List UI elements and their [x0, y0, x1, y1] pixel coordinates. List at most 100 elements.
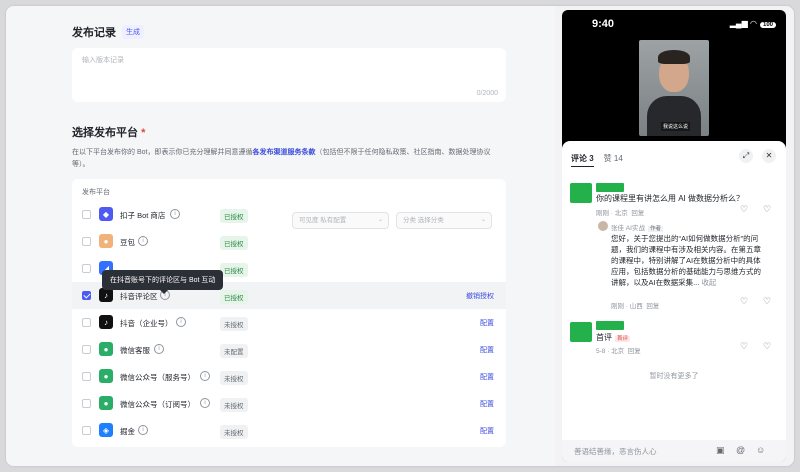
notes-title: 发布记录	[72, 27, 116, 39]
platform-checkbox[interactable]	[82, 426, 91, 435]
info-icon[interactable]: i	[200, 398, 210, 408]
table-header: 发布平台	[82, 189, 110, 196]
tab-likes[interactable]: 赞 14	[604, 154, 623, 163]
reply-link[interactable]: 回复	[631, 210, 644, 217]
configure-button[interactable]: 配置	[480, 345, 494, 355]
platform-name: 抖音评论区	[120, 292, 158, 301]
douyin-icon: ♪	[99, 315, 113, 329]
platform-checkbox[interactable]	[82, 399, 91, 408]
info-icon[interactable]: i	[200, 371, 210, 381]
wifi-icon: ◠	[750, 19, 757, 28]
terms-link[interactable]: 各发布渠道服务条款	[252, 149, 315, 156]
avatar[interactable]	[570, 183, 592, 203]
author-badge: 作者	[647, 226, 663, 232]
platform-name: 抖音（企业号）	[120, 319, 173, 328]
notes-counter: 0/2000	[476, 90, 498, 97]
collapse-link[interactable]: 收起	[701, 278, 716, 287]
publish-panel: 发布记录 生成 输入版本记录 0/2000 选择发布平台 * 在以下平台发布你的…	[6, 6, 555, 466]
douyin-icon: ♪	[99, 288, 113, 302]
reply-meta: 刚刚 · 山西 回复	[611, 300, 659, 310]
comment-meta: 刚刚 · 北京 回复	[596, 207, 644, 217]
wechat-icon: ●	[99, 342, 113, 356]
reply-link[interactable]: 回复	[628, 348, 641, 355]
coze-store-icon: ◆	[99, 207, 113, 221]
like-icon[interactable]: ♡	[740, 341, 748, 352]
info-icon[interactable]: i	[138, 236, 148, 246]
status-badge: 未配置	[220, 344, 248, 358]
info-icon[interactable]: i	[138, 425, 148, 435]
reply-body: 您好，关于您提出的“AI如何做数据分析”的问题，我们的课程中有涉及相关内容。在第…	[611, 234, 761, 287]
comment-time: 刚刚 · 北京	[596, 210, 628, 217]
platform-checkbox[interactable]	[82, 237, 91, 246]
platform-checkbox[interactable]	[82, 264, 91, 273]
comment-time: 5-8 · 北京	[596, 348, 625, 355]
dislike-icon[interactable]: ♡	[763, 204, 771, 215]
status-time: 9:40	[592, 18, 615, 30]
comment-sheet: 评论 3 赞 14 ⤢ ✕ 你的课程里有讲怎么用 AI 做数据分析么？ 刚刚 · …	[562, 141, 786, 462]
status-badge: 未授权	[220, 317, 248, 331]
comment-meta: 5-8 · 北京 回复	[596, 345, 641, 355]
status-badge: 已授权	[220, 236, 248, 250]
emoji-icon[interactable]: ☺	[756, 445, 765, 455]
configure-button[interactable]: 配置	[480, 372, 494, 382]
chevron-down-icon: ⌄	[377, 217, 383, 223]
version-notes-input[interactable]: 输入版本记录 0/2000	[72, 48, 506, 102]
platform-checkbox[interactable]	[82, 318, 91, 327]
configure-button[interactable]: 配置	[480, 426, 494, 436]
platform-row[interactable]: ● 微信公众号（服务号） i 未授权 配置	[72, 363, 506, 390]
platform-table: 发布平台 ◆ 扣子 Bot 商店 i 已授权 ● 豆包 i 已授权 ◢ 已授权 ♪ 抖音评论区 i 已授权…	[72, 179, 506, 447]
video-caption: 我说这么说	[661, 122, 691, 131]
video-frame[interactable]: 我说这么说	[639, 40, 709, 136]
reply-author-name: 张佳 AI实战	[611, 225, 645, 232]
platform-checkbox[interactable]	[82, 210, 91, 219]
platform-row[interactable]: ♪ 抖音（企业号） i 未授权 配置	[72, 309, 506, 336]
avatar[interactable]	[598, 221, 608, 231]
info-icon[interactable]: i	[176, 317, 186, 327]
configure-button[interactable]: 配置	[480, 399, 494, 409]
reply-link[interactable]: 回复	[646, 303, 659, 310]
info-icon[interactable]: i	[170, 209, 180, 219]
platform-row[interactable]: ● 微信公众号（订阅号） i 未授权 配置	[72, 390, 506, 417]
visibility-select-value: 可见度 私有配置	[299, 217, 347, 224]
image-icon[interactable]: ▣	[716, 445, 725, 456]
desc-prefix: 在以下平台发布你的 Bot，即表示你已充分理解并同意遵循	[72, 149, 253, 156]
notes-placeholder: 输入版本记录	[82, 57, 124, 64]
platform-row[interactable]: ● 豆包 i 已授权	[72, 228, 506, 255]
platform-row[interactable]: ● 微信客服 i 未配置 配置	[72, 336, 506, 363]
comment-input[interactable]: 善语结善缘，恶言伤人心 ▣ @ ☺	[562, 440, 786, 462]
comment-text: 首评 首评	[596, 332, 631, 345]
platform-title-text: 选择发布平台	[72, 127, 138, 139]
generate-button[interactable]: 生成	[122, 25, 144, 39]
at-icon[interactable]: @	[736, 445, 745, 455]
like-icon[interactable]: ♡	[740, 296, 748, 307]
platform-checkbox[interactable]	[82, 291, 91, 300]
platform-row[interactable]: ◈ 掘金 i 未授权 配置	[72, 417, 506, 444]
first-comment-badge: 首评	[615, 336, 631, 342]
dislike-icon[interactable]: ♡	[763, 341, 771, 352]
category-select[interactable]: 分类 选择分类 ⌄	[396, 212, 492, 229]
close-icon[interactable]: ✕	[762, 149, 776, 163]
tab-comments[interactable]: 评论 3	[571, 154, 594, 167]
commenter-name	[596, 321, 624, 330]
platform-name: 微信公众号（服务号）	[120, 373, 195, 382]
platform-checkbox[interactable]	[82, 345, 91, 354]
platform-name: 微信公众号（订阅号）	[120, 400, 195, 409]
reply-author: 张佳 AI实战 作者	[611, 222, 663, 232]
like-icon[interactable]: ♡	[740, 204, 748, 215]
status-badge: 已授权	[220, 290, 248, 304]
avatar[interactable]	[570, 322, 592, 342]
battery-icon: 100	[759, 22, 776, 28]
phone-preview: 9:40 ▂▄▆ ◠ 100 我说这么说 评论 3 赞 14 ⤢ ✕ 你的课程里有讲…	[562, 10, 786, 462]
visibility-select[interactable]: 可见度 私有配置 ⌄	[292, 212, 389, 229]
platform-name: 掘金	[120, 427, 135, 436]
dislike-icon[interactable]: ♡	[763, 296, 771, 307]
info-icon[interactable]: i	[154, 344, 164, 354]
wechat-icon: ●	[99, 396, 113, 410]
platform-description: 在以下平台发布你的 Bot，即表示你已充分理解并同意遵循各发布渠道服务条款（包括…	[72, 147, 502, 171]
revoke-auth-button[interactable]: 撤销授权	[466, 291, 494, 301]
expand-icon[interactable]: ⤢	[739, 149, 753, 163]
platform-title: 选择发布平台 *	[72, 124, 145, 140]
status-badge: 已授权	[220, 209, 248, 223]
platform-checkbox[interactable]	[82, 372, 91, 381]
configure-button[interactable]: 配置	[480, 318, 494, 328]
